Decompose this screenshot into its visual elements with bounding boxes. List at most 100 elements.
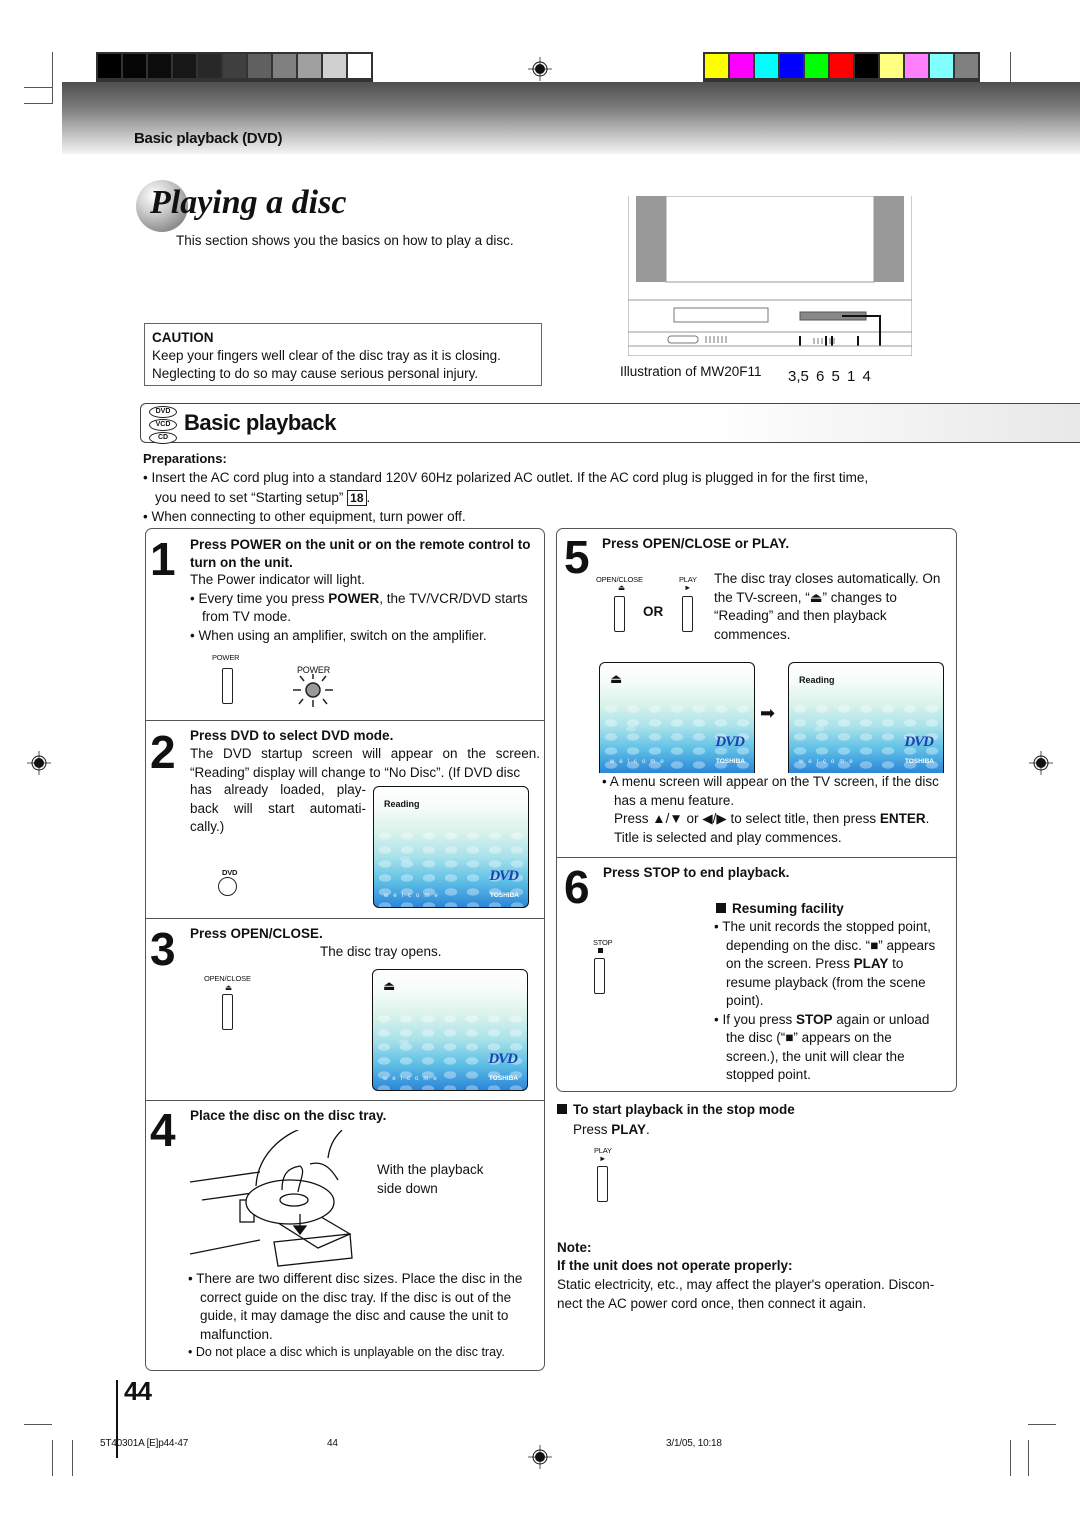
step-body: • Do not place a disc which is unplayabl…	[188, 1345, 505, 1359]
preparations-list: • Insert the AC cord plug into a standar…	[143, 468, 1063, 527]
illustration-caption: With the playback side down	[377, 1162, 484, 1196]
or-label: OR	[643, 604, 664, 619]
brand-logo: TOSHIBA	[488, 1075, 518, 1082]
note-label: Note:	[557, 1240, 592, 1255]
list-item: • Insert the AC cord plug into a standar…	[143, 470, 869, 506]
calibration-swatch	[930, 54, 953, 78]
caution-line: Neglecting to do so may cause serious pe…	[152, 366, 479, 381]
screen-status-text: Reading	[384, 799, 420, 809]
eject-icon: ⏏	[225, 983, 232, 992]
eject-icon: ⏏	[383, 978, 396, 993]
play-button[interactable]	[682, 596, 693, 632]
crop-mark	[1028, 1424, 1056, 1425]
open-close-button[interactable]	[614, 596, 625, 632]
calibration-swatch	[323, 54, 346, 78]
step-number: 6	[564, 861, 590, 913]
dvd-logo-icon: DVD	[489, 868, 519, 884]
button-label: OPEN/CLOSE	[204, 974, 251, 983]
brand-logo: TOSHIBA	[715, 758, 745, 765]
button-label: STOP	[593, 938, 613, 947]
tv-screen-reading: Reading DVD TOSHIBA welcome	[788, 662, 944, 773]
page-subtitle: This section shows you the basics on how…	[176, 233, 514, 248]
button-label: POWER	[212, 653, 240, 662]
crop-mark	[1010, 1440, 1011, 1476]
welcome-text: welcome	[610, 759, 669, 765]
step-heading: Press OPEN/CLOSE.	[190, 926, 323, 941]
calibration-swatch	[830, 54, 853, 78]
grayscale-calibration-bar	[96, 52, 373, 82]
calibration-swatch	[248, 54, 271, 78]
step-body: • There are two different disc sizes. Pl…	[188, 1271, 523, 1342]
step-body: The disc tray closes automatically. On t…	[714, 571, 941, 642]
step-divider	[145, 720, 545, 721]
resume-heading: Resuming facility	[716, 901, 844, 916]
square-bullet-icon	[557, 1104, 567, 1114]
step-body: • The unit records the stopped point, de…	[714, 919, 936, 1082]
stop-icon	[598, 948, 603, 953]
calibration-swatch	[780, 54, 803, 78]
stop-button[interactable]	[594, 958, 605, 994]
illustration-caption: Illustration of MW20F11	[620, 364, 762, 379]
page-number: 44	[124, 1376, 152, 1406]
crop-mark	[52, 52, 53, 104]
welcome-text: welcome	[384, 893, 443, 899]
dvd-tag-icon: DVD	[149, 406, 177, 418]
caution-line: Keep your fingers well clear of the disc…	[152, 348, 501, 363]
step-number: 3	[150, 923, 176, 975]
step-heading: Press STOP to end playback.	[603, 865, 790, 880]
step-number: 4	[150, 1104, 176, 1156]
calibration-swatch	[880, 54, 903, 78]
calibration-swatch	[955, 54, 978, 78]
page-title: Playing a disc	[150, 184, 347, 221]
step-body: The DVD startup screen will appear on th…	[190, 746, 540, 780]
crop-mark	[24, 1424, 52, 1425]
play-button[interactable]	[597, 1166, 608, 1202]
button-label: DVD	[222, 868, 238, 877]
tv-screen-eject: ⏏ DVD TOSHIBA welcome	[599, 662, 755, 773]
caution-heading: CAUTION	[152, 330, 214, 345]
registration-mark-icon	[528, 1445, 552, 1469]
crop-mark	[72, 1440, 73, 1476]
step-body: has already loaded, play- back will star…	[190, 782, 366, 834]
footer-file: 5T40301A [E]p44-47	[100, 1438, 189, 1449]
registration-mark-icon	[528, 57, 552, 81]
eject-icon: ⏏	[618, 583, 625, 592]
step-body: The disc tray opens.	[320, 944, 442, 959]
section-header: DVD VCD CD Basic playback	[140, 403, 1080, 445]
welcome-text: welcome	[799, 759, 858, 765]
step-divider	[145, 918, 545, 919]
calibration-swatch	[755, 54, 778, 78]
arrow-right-icon: ➡	[760, 703, 776, 723]
calibration-swatch	[348, 54, 371, 78]
calibration-swatch	[123, 54, 146, 78]
footer-timestamp: 3/1/05, 10:18	[666, 1438, 722, 1449]
crop-mark	[1028, 1440, 1029, 1476]
stop-mode-heading: To start playback in the stop mode	[557, 1102, 795, 1117]
registration-mark-icon	[1029, 751, 1053, 775]
registration-mark-icon	[27, 751, 51, 775]
crop-mark	[24, 87, 52, 88]
brand-logo: TOSHIBA	[489, 892, 519, 899]
cd-tag-icon: CD	[149, 432, 177, 444]
footer-page: 44	[327, 1438, 338, 1449]
section-label: Basic playback (DVD)	[134, 130, 283, 147]
power-button[interactable]	[222, 668, 233, 704]
dvd-logo-icon: DVD	[904, 734, 934, 750]
calibration-swatch	[705, 54, 728, 78]
calibration-swatch	[273, 54, 296, 78]
open-close-button[interactable]	[222, 994, 233, 1030]
play-icon: ►	[599, 1154, 607, 1163]
caution-box: CAUTION Keep your fingers well clear of …	[144, 323, 542, 386]
play-icon: ►	[684, 583, 692, 592]
step-divider	[145, 1100, 545, 1101]
step-divider	[556, 857, 957, 858]
disc-type-tags: DVD VCD CD	[149, 406, 179, 445]
dvd-button[interactable]	[218, 877, 237, 896]
tv-screen-reading: Reading DVD TOSHIBA welcome	[373, 786, 529, 908]
step-number: 2	[150, 726, 176, 778]
step-body: The Power indicator will light. • Every …	[190, 572, 528, 643]
preparations-heading: Preparations:	[143, 451, 227, 466]
stop-mode-text: Press PLAY.	[573, 1122, 650, 1137]
calibration-swatch	[905, 54, 928, 78]
calibration-swatch	[805, 54, 828, 78]
